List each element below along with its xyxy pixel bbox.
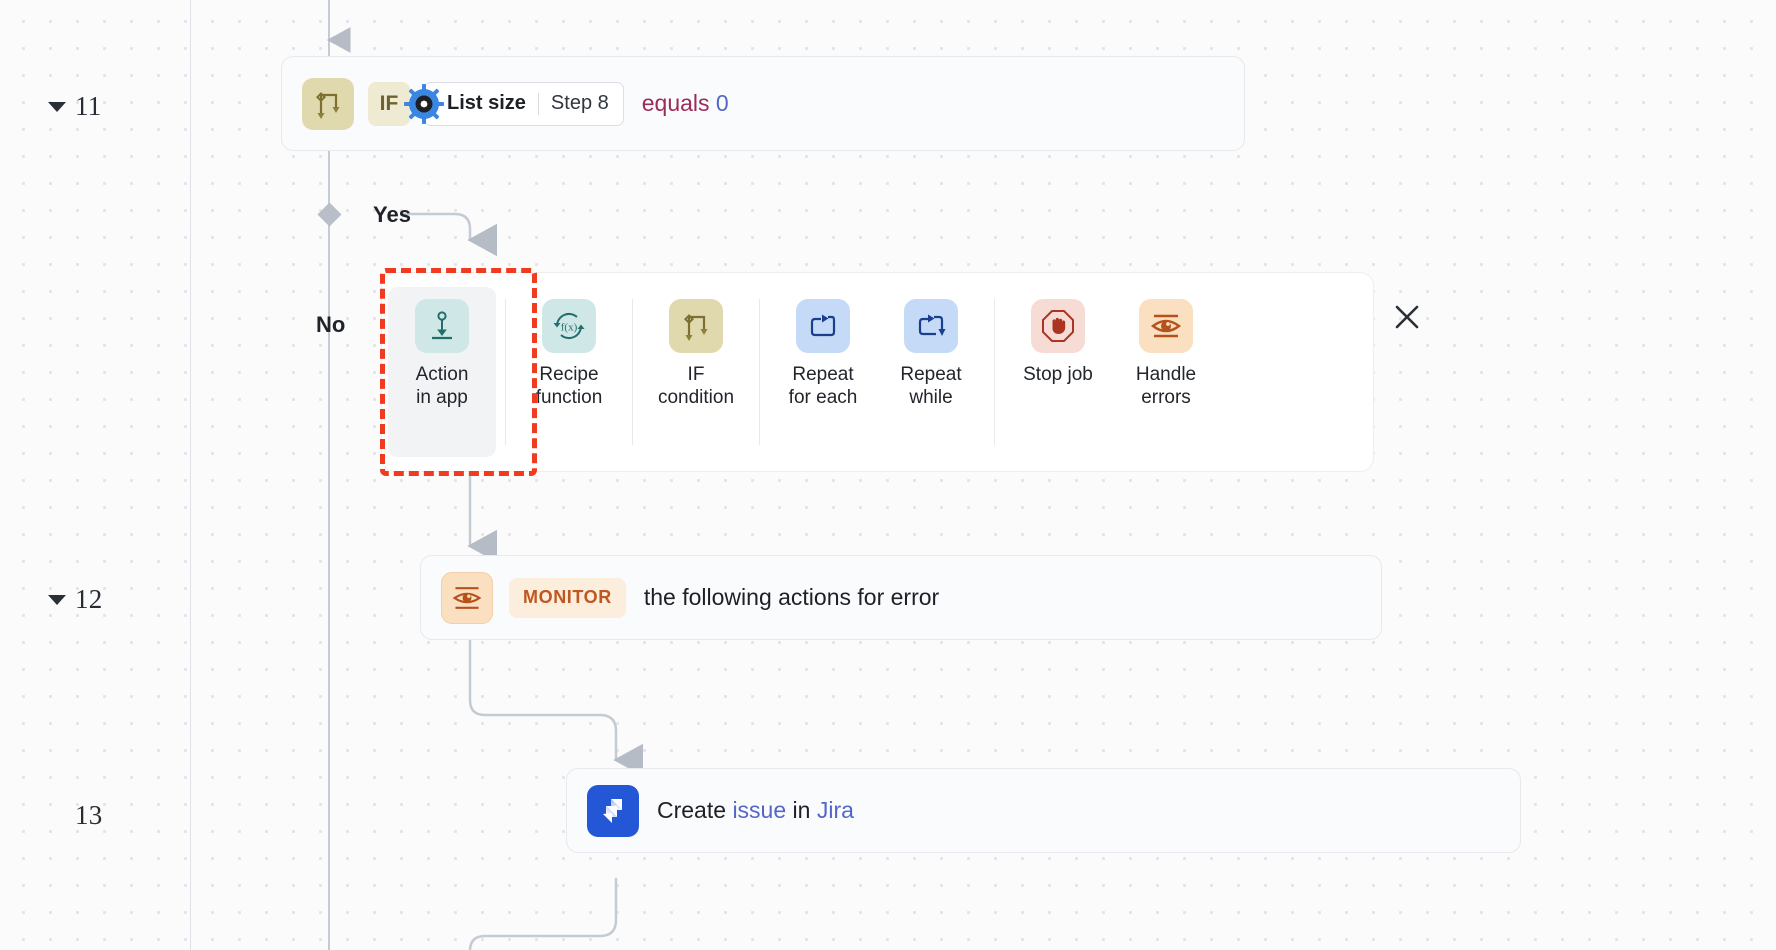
condition-operator[interactable]: equals — [642, 90, 710, 116]
step-card-jira-action[interactable]: Create issue in Jira — [566, 768, 1521, 853]
step-number-13[interactable]: 13 — [48, 800, 102, 831]
jira-icon — [587, 784, 639, 837]
picker-divider — [632, 299, 633, 445]
close-icon[interactable] — [1390, 300, 1424, 334]
step-number-label-11: 11 — [75, 91, 102, 121]
collapse-caret-11[interactable] — [48, 101, 66, 112]
picker-item-handle-errors[interactable]: Handle errors — [1112, 287, 1220, 457]
picker-item-label: Repeat for each — [788, 364, 858, 409]
step-number-11[interactable]: 11 — [48, 91, 101, 122]
repeat-for-each-icon — [796, 299, 850, 353]
picker-divider — [505, 299, 506, 445]
picker-item-repeat-while[interactable]: Repeat while — [877, 287, 985, 457]
picker-item-label: Handle errors — [1135, 364, 1197, 409]
jira-text-app[interactable]: Jira — [817, 797, 854, 823]
repeat-while-icon — [904, 299, 958, 353]
step-card-monitor[interactable]: MONITOR the following actions for error — [420, 555, 1382, 640]
jira-text-create: Create — [657, 797, 733, 823]
eye-monitor-icon — [441, 571, 493, 624]
picker-item-stop-job[interactable]: Stop job — [1004, 287, 1112, 457]
picker-item-label: Stop job — [1023, 364, 1093, 385]
condition-field-name: List size — [447, 92, 526, 114]
picker-item-label: Action in app — [415, 364, 469, 409]
if-condition-icon — [669, 299, 723, 353]
svg-text:f(x): f(x) — [561, 322, 578, 334]
recipe-function-icon: f(x) — [542, 299, 596, 353]
picker-item-if-condition[interactable]: IF condition — [642, 287, 750, 457]
branch-label-no: No — [316, 312, 346, 337]
monitor-tag: MONITOR — [509, 577, 626, 618]
action-picker-toolbar[interactable]: Action in app f(x) Recipe function IF co… — [381, 272, 1374, 472]
stop-job-icon — [1031, 299, 1085, 353]
handle-errors-icon — [1139, 299, 1193, 353]
gutter-divider — [190, 0, 191, 950]
condition-value[interactable]: 0 — [716, 90, 729, 116]
picker-item-label: Recipe function — [535, 364, 603, 409]
step-number-label-12: 12 — [75, 584, 103, 614]
picker-item-repeat-for-each[interactable]: Repeat for each — [769, 287, 877, 457]
step-number-label-13: 13 — [75, 800, 103, 830]
picker-item-label: Repeat while — [900, 364, 962, 409]
if-branch-icon — [302, 77, 354, 130]
picker-item-label: IF condition — [657, 364, 735, 409]
step-card-if-condition[interactable]: IF List size Step 8 equals 0 — [281, 56, 1245, 151]
condition-expression: equals 0 — [642, 90, 729, 117]
branch-node-diamond — [317, 202, 342, 227]
condition-field-pill[interactable]: List size Step 8 — [404, 81, 624, 126]
gear-icon — [402, 82, 446, 126]
picker-item-recipe-function[interactable]: f(x) Recipe function — [515, 287, 623, 457]
jira-action-description: Create issue in Jira — [657, 797, 854, 824]
collapse-caret-12[interactable] — [48, 594, 66, 605]
monitor-description: the following actions for error — [643, 584, 940, 610]
jira-text-issue[interactable]: issue — [732, 797, 786, 823]
condition-field-source: Step 8 — [550, 92, 609, 114]
branch-label-yes: Yes — [373, 202, 411, 227]
picker-item-action-in-app[interactable]: Action in app — [388, 287, 496, 457]
picker-divider — [994, 299, 995, 445]
pill-divider — [537, 92, 539, 115]
step-number-12[interactable]: 12 — [48, 584, 102, 615]
jira-text-in: in — [786, 797, 817, 823]
picker-divider — [759, 299, 760, 445]
workflow-canvas[interactable]: 11 12 13 IF List size Step 8 equals 0 Ye… — [0, 0, 1776, 950]
action-in-app-icon — [415, 299, 469, 353]
